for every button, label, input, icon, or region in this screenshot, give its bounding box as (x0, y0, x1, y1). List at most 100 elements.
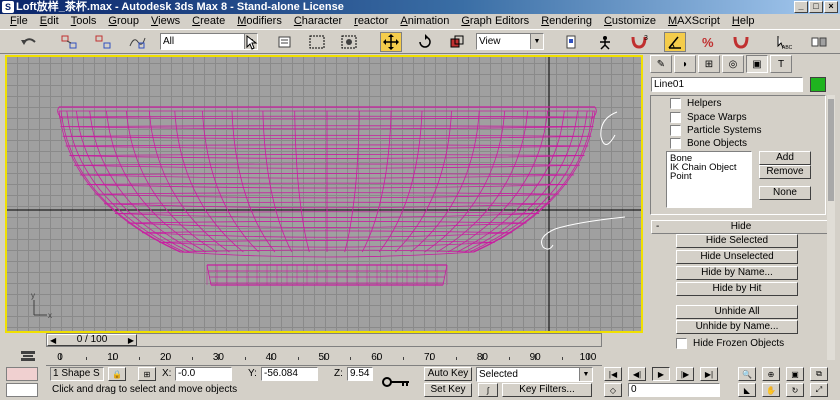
menu-graph-editors[interactable]: Graph Editors (455, 14, 535, 29)
menu-rendering[interactable]: Rendering (535, 14, 598, 29)
main-toolbar: All▼ View▼ 3 % ABC (0, 29, 840, 54)
create-tab-icon[interactable]: ✎ (650, 55, 672, 73)
menu-animation[interactable]: Animation (394, 14, 455, 29)
absolute-mode-icon[interactable]: ⊞ (138, 367, 156, 381)
hide-by-name-button[interactable]: Hide by Name... (676, 266, 798, 280)
time-slider[interactable]: ◀ 0 / 100 ▶ (47, 334, 137, 346)
x-coordinate-field[interactable]: -0.0 (175, 367, 232, 381)
menu-reactor[interactable]: reactor (348, 14, 394, 29)
menu-views[interactable]: Views (145, 14, 186, 29)
default-tangents-icon[interactable]: ∫ (478, 383, 498, 397)
maximize-button[interactable]: □ (809, 1, 823, 13)
minimize-button[interactable]: _ (794, 1, 808, 13)
go-to-end-icon[interactable]: ▶| (700, 367, 718, 381)
track-bar-menu-icon[interactable] (18, 349, 38, 363)
particle-systems-checkbox[interactable]: Particle Systems (670, 125, 761, 136)
window-crossing-icon[interactable] (338, 32, 360, 52)
auto-key-button[interactable]: Auto Key (424, 367, 472, 381)
menu-edit[interactable]: Edit (34, 14, 65, 29)
scrollbar-thumb[interactable] (828, 99, 834, 201)
hierarchy-tab-icon[interactable]: ⊞ (698, 55, 720, 73)
angle-snap-icon[interactable] (664, 32, 686, 52)
bone-objects-checkbox[interactable]: Bone Objects (670, 138, 747, 149)
menu-bar: File Edit Tools Group Views Create Modif… (0, 14, 840, 29)
mirror-icon[interactable] (808, 32, 830, 52)
list-item[interactable]: Point (670, 172, 748, 182)
unhide-by-name-button[interactable]: Unhide by Name... (676, 320, 798, 334)
track-bar-ruler[interactable]: 0 10 20 30 40 50 60 70 80 90 100 (46, 348, 602, 366)
set-key-icon[interactable] (378, 369, 414, 395)
reference-coord-dropdown[interactable]: View ▼ (476, 33, 544, 50)
menu-modifiers[interactable]: Modifiers (231, 14, 288, 29)
select-and-manipulate-icon[interactable] (594, 32, 616, 52)
none-button[interactable]: None (759, 186, 811, 200)
pivot-center-icon[interactable] (560, 32, 582, 52)
field-of-view-icon[interactable]: ◣ (738, 383, 756, 397)
unhide-all-button[interactable]: Unhide All (676, 305, 798, 319)
select-by-name-icon[interactable] (274, 32, 296, 52)
category-list[interactable]: Bone IK Chain Object Point (666, 151, 752, 208)
next-frame-icon[interactable]: |▶ (676, 367, 694, 381)
menu-file[interactable]: File (4, 14, 34, 29)
z-coordinate-field[interactable]: 9.54 (347, 367, 373, 381)
rectangular-selection-icon[interactable] (306, 32, 328, 52)
go-to-start-icon[interactable]: |◀ (604, 367, 622, 381)
maximize-viewport-icon[interactable]: ⤢ (810, 383, 828, 397)
percent-snap-icon[interactable]: % (698, 32, 720, 52)
menu-tools[interactable]: Tools (65, 14, 103, 29)
command-panel-scrollbar[interactable] (827, 95, 835, 360)
add-button[interactable]: Add (759, 151, 811, 165)
undo-icon[interactable] (18, 32, 40, 52)
play-icon[interactable]: ▶ (652, 367, 670, 381)
menu-maxscript[interactable]: MAXScript (662, 14, 726, 29)
bind-to-space-warp-icon[interactable] (126, 32, 148, 52)
motion-tab-icon[interactable]: ◎ (722, 55, 744, 73)
remove-button[interactable]: Remove (759, 165, 811, 179)
maxscript-listener-mini[interactable] (6, 367, 38, 381)
hide-selected-button[interactable]: Hide Selected (676, 234, 798, 248)
hide-unselected-button[interactable]: Hide Unselected (676, 250, 798, 264)
utilities-tab-icon[interactable]: T (770, 55, 792, 73)
zoom-extents-all-icon[interactable]: ⧉ (810, 367, 828, 381)
hide-by-hit-button[interactable]: Hide by Hit (676, 282, 798, 296)
arc-rotate-icon[interactable]: ↻ (786, 383, 804, 397)
set-key-button[interactable]: Set Key (424, 383, 472, 397)
helpers-checkbox[interactable]: Helpers (670, 98, 721, 109)
menu-create[interactable]: Create (186, 14, 231, 29)
current-frame-field[interactable]: 0 (628, 383, 720, 397)
key-filters-button[interactable]: Key Filters... (502, 383, 592, 397)
object-color-swatch[interactable] (810, 77, 826, 92)
menu-group[interactable]: Group (102, 14, 145, 29)
select-object-icon[interactable] (240, 32, 262, 52)
key-mode-toggle-icon[interactable]: ◇ (604, 383, 622, 397)
zoom-icon[interactable]: 🔍 (738, 367, 756, 381)
zoom-extents-icon[interactable]: ▣ (786, 367, 804, 381)
spinner-snap-icon[interactable] (730, 32, 752, 52)
space-warps-checkbox[interactable]: Space Warps (670, 112, 747, 123)
y-coordinate-field[interactable]: -56.084 (261, 367, 318, 381)
hide-rollout-header[interactable]: - Hide (651, 220, 831, 234)
select-and-rotate-icon[interactable] (414, 32, 436, 52)
menu-customize[interactable]: Customize (598, 14, 662, 29)
maxscript-input-mini[interactable] (6, 383, 38, 397)
select-and-move-icon[interactable] (380, 32, 402, 52)
close-button[interactable]: × (824, 1, 838, 13)
unlink-selection-icon[interactable] (92, 32, 114, 52)
zoom-all-icon[interactable]: ⊕ (762, 367, 780, 381)
select-and-scale-icon[interactable] (446, 32, 468, 52)
named-selection-icon[interactable]: ABC (772, 32, 794, 52)
key-mode-dropdown[interactable]: Selected ▼ (476, 367, 593, 382)
snap-toggle-icon[interactable]: 3 (628, 32, 650, 52)
pan-view-icon[interactable]: ✋ (762, 383, 780, 397)
select-and-link-icon[interactable] (58, 32, 80, 52)
object-name-field[interactable]: Line01 (651, 77, 803, 92)
time-slider-track[interactable]: ◀ 0 / 100 ▶ (46, 333, 602, 347)
hide-frozen-checkbox[interactable]: Hide Frozen Objects (676, 338, 784, 349)
display-tab-icon[interactable]: ▣ (746, 55, 768, 73)
modify-tab-icon[interactable]: ◗ (674, 55, 696, 73)
previous-frame-icon[interactable]: ◀| (628, 367, 646, 381)
menu-character[interactable]: Character (288, 14, 348, 29)
menu-help[interactable]: Help (726, 14, 761, 29)
lock-selection-icon[interactable]: 🔒 (108, 367, 126, 381)
front-viewport[interactable]: y x (5, 55, 643, 333)
